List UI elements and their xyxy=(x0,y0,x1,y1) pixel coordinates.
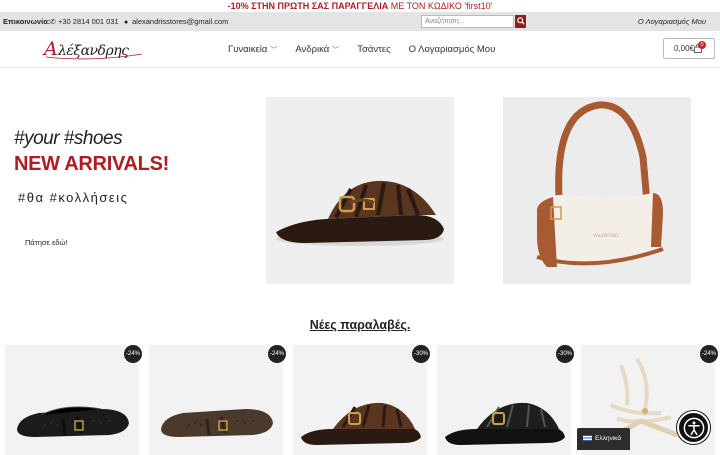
chevron-down-icon: ﹀ xyxy=(332,46,340,54)
section-title-text: Νέες παραλαβές. xyxy=(309,318,411,332)
product-card[interactable]: -24% xyxy=(5,345,142,455)
cart-count-badge: 0 xyxy=(698,41,706,49)
hero-headline: NEW ARRIVALS! xyxy=(14,153,169,175)
discount-badge: -30% xyxy=(556,345,574,363)
new-arrivals-heading[interactable]: Νέες παραλαβές. xyxy=(0,318,720,332)
handbag-illustration: VALENTINO xyxy=(536,101,664,267)
phone-number: +30 2814 001 031 xyxy=(58,17,119,26)
svg-text:VALENTINO: VALENTINO xyxy=(593,233,619,239)
hero-subtext: #θα #κολλήσεις xyxy=(18,190,129,205)
promo-code: 'first10' xyxy=(464,1,493,11)
top-account-link[interactable]: Ο Λογαριασμός Μου xyxy=(638,12,706,31)
accessibility-button[interactable] xyxy=(677,411,710,444)
discount-badge: -24% xyxy=(700,345,718,363)
accessibility-icon xyxy=(683,417,704,439)
promo-bar: -10% ΣΤΗΝ ΠΡΩΤΗ ΣΑΣ ΠΑΡΑΓΓΕΛΙΑ ΜΕ ΤΟΝ ΚΩ… xyxy=(0,0,720,12)
nav-item-bags[interactable]: Τσάντες xyxy=(357,44,390,55)
hero-cta-button[interactable]: Πάτησε εδώ! xyxy=(25,238,67,247)
discount-badge: -30% xyxy=(412,345,430,363)
language-switcher[interactable]: Ελληνικά xyxy=(577,428,630,450)
shoe-image xyxy=(301,402,421,445)
language-label: Ελληνικά xyxy=(595,435,622,442)
shoe-image xyxy=(161,409,273,437)
phone-link[interactable]: ✆ +30 2814 001 031 xyxy=(50,12,119,32)
phone-icon: ✆ xyxy=(50,19,56,26)
nav-label: Ο Λογαριασμός Μου xyxy=(408,44,496,55)
site-logo[interactable]: Α λέξανδρης xyxy=(42,35,146,63)
discount-badge: -24% xyxy=(268,345,286,363)
hero-tagline: #your #shoes xyxy=(14,128,123,149)
main-nav: Γυναικεία ﹀ Ανδρικά ﹀ Τσάντες Ο Λογαριασμό… xyxy=(228,31,513,68)
chevron-down-icon: ﹀ xyxy=(270,46,278,54)
search-input[interactable]: Αναζήτηση... xyxy=(421,15,514,28)
product-card[interactable]: -24% xyxy=(149,345,286,455)
product-card[interactable]: -30% xyxy=(293,345,430,455)
promo-code-text: ΜΕ ΤΟΝ ΚΩΔΙΚΟ xyxy=(388,1,465,11)
nav-label: Ανδρικά xyxy=(295,44,330,55)
hero-image-sandal[interactable] xyxy=(266,97,454,284)
shoe-image xyxy=(17,406,129,437)
contact-bar: Επικοινωνία: ✆ +30 2814 001 031 ● alexandr… xyxy=(0,12,720,31)
nav-label: Γυναικεία xyxy=(228,44,268,55)
cart-total: 0,00€ xyxy=(674,44,695,53)
hero-image-bag[interactable]: VALENTINO xyxy=(503,97,691,284)
promo-discount-text: -10% ΣΤΗΝ ΠΡΩΤΗ ΣΑΣ ΠΑΡΑΓΓΕΛΙΑ xyxy=(227,1,389,11)
search-icon xyxy=(516,17,525,25)
svg-text:λέξανδρης: λέξανδρης xyxy=(57,42,129,59)
cart-button[interactable]: 0,00€ 0 xyxy=(663,38,715,59)
email-address: alexandrisstores@gmail.com xyxy=(132,17,229,26)
email-link[interactable]: ● alexandrisstores@gmail.com xyxy=(124,12,228,32)
site-header: Α λέξανδρης Γυναικεία ﹀ Ανδρικά ﹀ Τσάντες … xyxy=(0,31,720,68)
nav-item-account[interactable]: Ο Λογαριασμός Μου xyxy=(409,44,496,55)
svg-text:Α: Α xyxy=(42,38,58,60)
shoe-image xyxy=(445,402,565,445)
nav-item-men[interactable]: Ανδρικά ﹀ xyxy=(295,44,339,55)
product-card[interactable]: -30% xyxy=(437,345,574,455)
nav-label: Τσάντες xyxy=(357,44,391,55)
discount-badge: -24% xyxy=(124,345,142,363)
sandal-illustration xyxy=(276,180,444,246)
search-button[interactable] xyxy=(515,15,526,28)
mail-icon: ● xyxy=(124,19,129,26)
contact-label: Επικοινωνία: xyxy=(3,17,51,26)
nav-item-women[interactable]: Γυναικεία ﹀ xyxy=(228,44,277,55)
greek-flag-icon xyxy=(583,435,592,442)
